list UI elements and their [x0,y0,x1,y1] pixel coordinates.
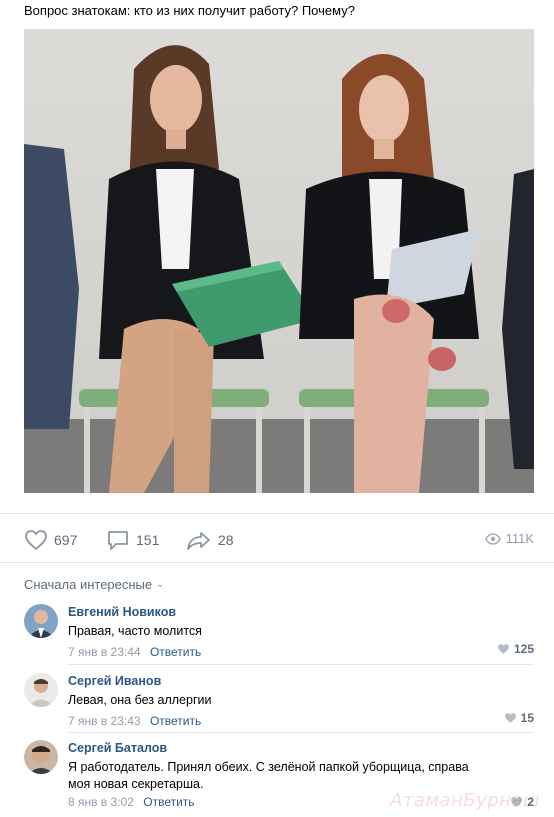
post-text: Вопрос знатокам: кто из них получит рабо… [24,3,355,18]
comments-sort-dropdown[interactable]: Сначала интересные ⌄ [24,577,165,592]
sort-label: Сначала интересные [24,577,153,592]
eye-icon [484,532,501,545]
comment-text: Я работодатель. Принял обеих. С зелёной … [68,760,469,791]
reply-link[interactable]: Ответить [150,645,201,659]
share-button[interactable]: 28 [186,529,234,551]
comment-count: 151 [136,532,160,548]
post-photo[interactable] [24,29,534,493]
chevron-down-icon: ⌄ [156,579,165,590]
comment-like-count: 125 [513,642,534,656]
comment-date[interactable]: 7 янв в 23:43 [68,714,141,728]
heart-icon [25,530,47,551]
comment-date[interactable]: 8 янв в 3:02 [68,795,134,809]
heart-icon [498,644,509,654]
comment-item: Сергей Иванов Левая, она без аллергии 7 … [24,673,534,729]
share-count: 28 [218,532,234,548]
comment-divider [68,664,534,665]
comment-button[interactable]: 151 [106,529,159,551]
views-counter: 111K [484,531,534,546]
reply-link[interactable]: Ответить [150,714,201,728]
comment-like-count: 15 [520,711,534,725]
avatar[interactable] [24,740,58,774]
heart-icon [504,713,516,723]
comment-author[interactable]: Сергей Иванов [68,673,534,689]
comment-bubble-icon [108,531,128,550]
comment-text: Правая, часто молится [68,624,202,638]
comment-author[interactable]: Сергей Баталов [68,740,534,756]
views-count: 111K [505,531,534,546]
comment-item: Евгений Новиков Правая, часто молится 7 … [24,604,534,660]
post-actions-bar: 697 151 28 111K [0,513,554,563]
comment-like-button[interactable]: 15 [504,711,534,725]
comment-meta: 7 янв в 23:44 Ответить [68,644,534,660]
share-arrow-icon [187,532,210,550]
comment-like-button[interactable]: 125 [497,642,534,656]
reply-link[interactable]: Ответить [143,795,194,809]
like-button[interactable]: 697 [24,529,77,551]
comment-meta: 7 янв в 23:43 Ответить [68,713,534,729]
comment-author[interactable]: Евгений Новиков [68,604,534,620]
comment-text: Левая, она без аллергии [68,693,212,707]
comment-date[interactable]: 7 янв в 23:44 [68,645,141,659]
avatar[interactable] [24,673,58,707]
avatar[interactable] [24,604,58,638]
watermark: АтаманБурнаш [390,790,540,811]
like-count: 697 [54,532,78,548]
comment-divider [68,732,534,733]
